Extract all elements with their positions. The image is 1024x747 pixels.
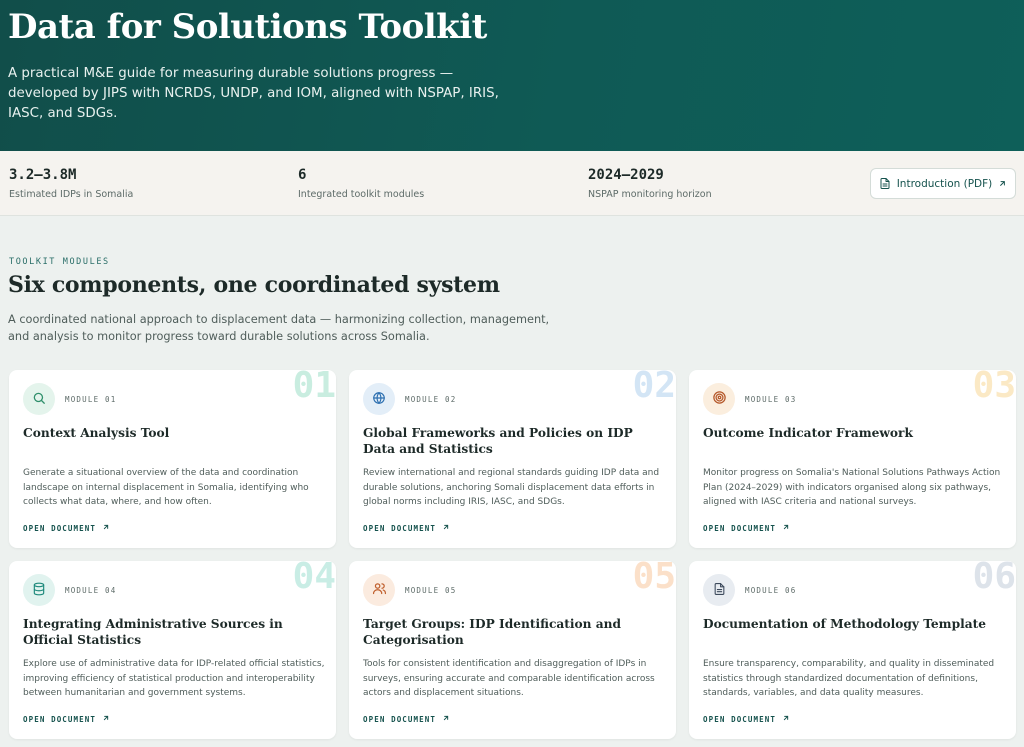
stat-label: Integrated toolkit modules bbox=[298, 189, 425, 200]
module-label: MODULE 02 bbox=[405, 395, 457, 404]
users-icon bbox=[372, 581, 387, 600]
module-description: Generate a situational overview of the d… bbox=[23, 468, 309, 507]
open-document-link[interactable]: OPEN DOCUMENT bbox=[23, 714, 110, 724]
module-icon bbox=[703, 383, 735, 415]
open-document-label: OPEN DOCUMENT bbox=[23, 714, 96, 724]
open-document-label: OPEN DOCUMENT bbox=[23, 523, 96, 533]
module-icon bbox=[363, 383, 395, 415]
module-icon bbox=[703, 574, 735, 606]
module-label: MODULE 04 bbox=[65, 586, 117, 595]
arrow-up-right-icon bbox=[782, 523, 790, 533]
open-document-label: OPEN DOCUMENT bbox=[363, 523, 436, 533]
stats-bar: 3.2–3.8M Estimated IDPs in Somalia 6 Int… bbox=[0, 151, 1024, 216]
target-icon bbox=[712, 390, 727, 409]
module-number: 05 bbox=[632, 561, 676, 597]
module-number: 06 bbox=[972, 561, 1016, 597]
module-description: Monitor progress on Somalia's National S… bbox=[703, 468, 1001, 507]
section-title: Six components, one coordinated system bbox=[8, 272, 500, 298]
module-number: 01 bbox=[292, 370, 336, 406]
search-icon bbox=[32, 390, 46, 409]
document-icon bbox=[713, 581, 726, 600]
stat-value: 3.2–3.8M bbox=[9, 167, 77, 183]
module-card[interactable]: 02 MODULE 02 Global Frameworks and Policie… bbox=[349, 370, 676, 548]
introduction-pdf-label: Introduction (PDF) bbox=[896, 177, 993, 190]
stat-modules: 6 Integrated toolkit modules bbox=[298, 167, 424, 200]
arrow-up-right-icon bbox=[442, 523, 450, 533]
module-description: Explore use of administrative data for I… bbox=[23, 659, 325, 698]
stat-idps: 3.2–3.8M Estimated IDPs in Somalia bbox=[9, 167, 133, 200]
stat-label: Estimated IDPs in Somalia bbox=[9, 189, 134, 200]
module-title: Target Groups: IDP Identification and Ca… bbox=[363, 617, 622, 647]
section-eyebrow: TOOLKIT MODULES bbox=[9, 257, 110, 267]
module-label: MODULE 05 bbox=[405, 586, 457, 595]
hero-description: A practical M&E guide for measuring dura… bbox=[8, 66, 499, 121]
module-card[interactable]: 06 MODULE 06 Documentation of Methodology … bbox=[689, 561, 1016, 739]
hero-banner: Data for Solutions Toolkit A practical M… bbox=[0, 0, 1024, 151]
arrow-up-right-icon bbox=[102, 523, 110, 533]
stat-horizon: 2024–2029 NSPAP monitoring horizon bbox=[588, 167, 712, 200]
module-title: Outcome Indicator Framework bbox=[703, 426, 913, 440]
arrow-up-right-icon bbox=[442, 714, 450, 724]
database-icon bbox=[32, 581, 46, 600]
open-document-label: OPEN DOCUMENT bbox=[703, 523, 776, 533]
section-description: A coordinated national approach to displ… bbox=[8, 313, 550, 343]
introduction-pdf-button[interactable]: Introduction (PDF) bbox=[870, 168, 1016, 199]
page-title: Data for Solutions Toolkit bbox=[8, 7, 487, 47]
module-title: Global Frameworks and Policies on IDP Da… bbox=[363, 426, 633, 456]
arrow-up-right-icon bbox=[998, 179, 1007, 188]
stat-value: 2024–2029 bbox=[588, 167, 664, 183]
module-number: 03 bbox=[972, 370, 1016, 406]
module-title: Integrating Administrative Sources in Of… bbox=[23, 617, 283, 647]
stat-label: NSPAP monitoring horizon bbox=[588, 189, 712, 200]
arrow-up-right-icon bbox=[782, 714, 790, 724]
module-icon bbox=[363, 574, 395, 606]
module-card[interactable]: 01 MODULE 01 Context Analysis Tool Generate… bbox=[9, 370, 336, 548]
module-card[interactable]: 05 MODULE 05 Target Groups: IDP Identifica… bbox=[349, 561, 676, 739]
globe-icon bbox=[372, 390, 386, 409]
module-label: MODULE 06 bbox=[745, 586, 797, 595]
open-document-link[interactable]: OPEN DOCUMENT bbox=[23, 523, 110, 533]
module-card[interactable]: 04 MODULE 04 Integrating Administrative So… bbox=[9, 561, 336, 739]
module-card[interactable]: 03 MODULE 03 Outcome Indicator Framework Mo… bbox=[689, 370, 1016, 548]
module-number: 02 bbox=[632, 370, 676, 406]
open-document-label: OPEN DOCUMENT bbox=[363, 714, 436, 724]
open-document-link[interactable]: OPEN DOCUMENT bbox=[703, 714, 790, 724]
module-description: Review international and regional standa… bbox=[363, 468, 660, 507]
module-label: MODULE 03 bbox=[745, 395, 797, 404]
module-title: Documentation of Methodology Template bbox=[703, 617, 986, 631]
module-title: Context Analysis Tool bbox=[23, 426, 170, 440]
module-icon bbox=[23, 383, 55, 415]
module-label: MODULE 01 bbox=[65, 395, 117, 404]
arrow-up-right-icon bbox=[102, 714, 110, 724]
open-document-link[interactable]: OPEN DOCUMENT bbox=[363, 523, 450, 533]
open-document-link[interactable]: OPEN DOCUMENT bbox=[703, 523, 790, 533]
document-icon bbox=[879, 177, 891, 190]
open-document-label: OPEN DOCUMENT bbox=[703, 714, 776, 724]
module-description: Tools for consistent identification and … bbox=[363, 659, 655, 698]
open-document-link[interactable]: OPEN DOCUMENT bbox=[363, 714, 450, 724]
module-icon bbox=[23, 574, 55, 606]
module-description: Ensure transparency, comparability, and … bbox=[703, 659, 995, 698]
module-number: 04 bbox=[292, 561, 336, 597]
stat-value: 6 bbox=[298, 167, 307, 183]
